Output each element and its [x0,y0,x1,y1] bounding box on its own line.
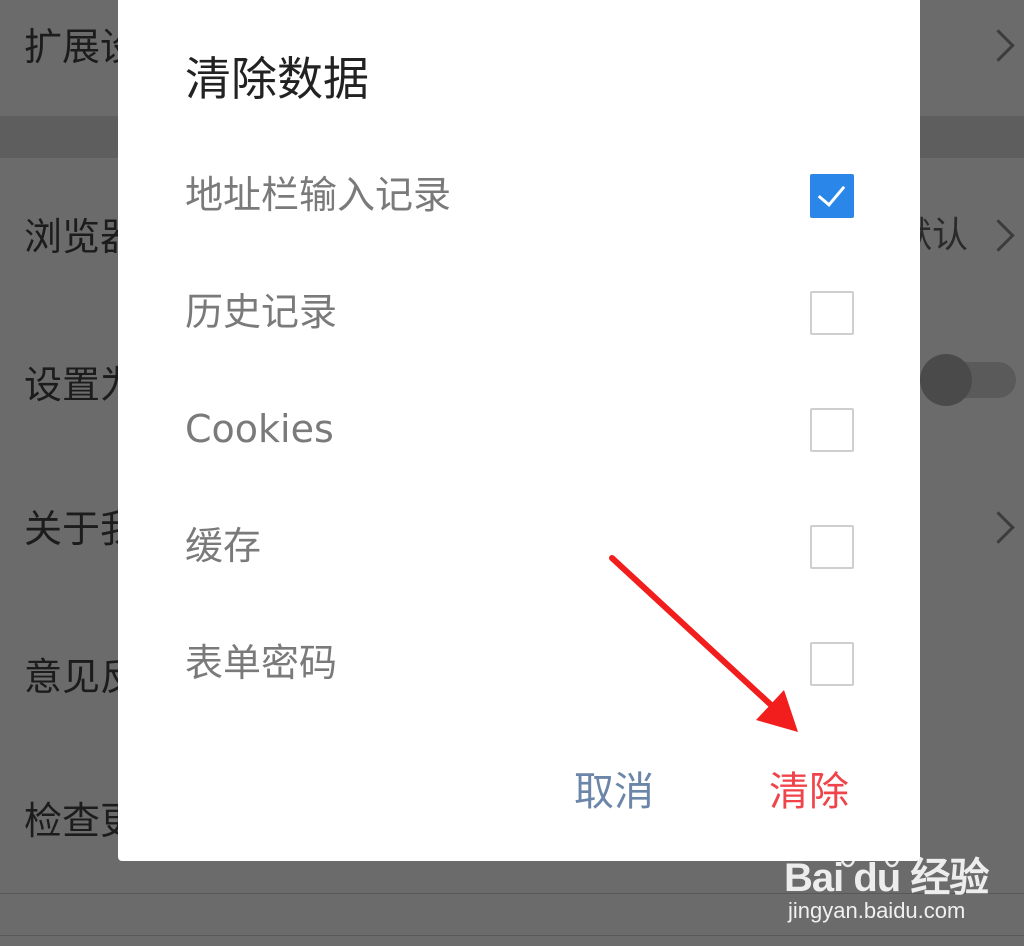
watermark-site: jingyan.baidu.com [788,898,966,923]
baidu-watermark: Bai du 经验 jingyan.baidu.com [784,836,989,926]
red-arrow-icon [609,555,798,732]
watermark-logo: Bai du 经验 [784,856,989,900]
